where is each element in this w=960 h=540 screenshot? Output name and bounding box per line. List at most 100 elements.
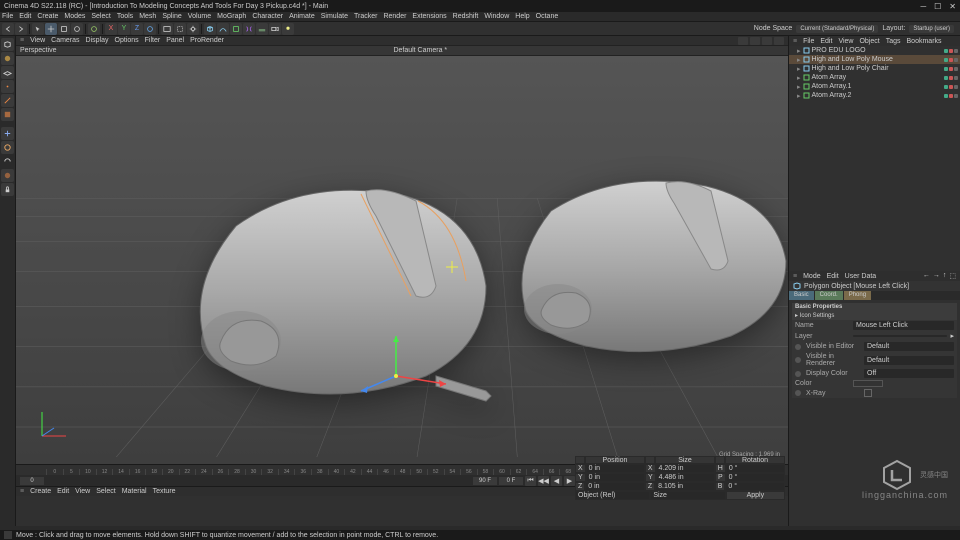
pos-field[interactable]: 0 in	[585, 482, 645, 491]
vp-nav-icon[interactable]	[750, 37, 760, 45]
pos-field[interactable]: 0 in	[586, 464, 645, 473]
mat-menu-create[interactable]: Create	[30, 488, 51, 495]
deformer-button[interactable]	[243, 23, 255, 35]
minimize-button[interactable]: ─	[920, 2, 926, 11]
spline-primitive[interactable]	[217, 23, 229, 35]
visibility-editor-dot[interactable]	[944, 76, 948, 80]
pos-field[interactable]: 0 in	[586, 473, 645, 482]
attr-menu-mode[interactable]: Mode	[803, 273, 821, 280]
visibility-render-dot[interactable]	[949, 58, 953, 62]
menu-volume[interactable]: Volume	[188, 13, 211, 20]
rotate-tool[interactable]	[71, 23, 83, 35]
object-manager[interactable]: ▸PRO EDU LOGO▸High and Low Poly Mouse▸Hi…	[789, 46, 960, 271]
visibility-render-dot[interactable]	[949, 94, 953, 98]
generator-button[interactable]	[230, 23, 242, 35]
layout-dropdown[interactable]: Startup (user)	[909, 25, 954, 33]
render-region[interactable]	[174, 23, 186, 35]
attr-nav-back[interactable]: ←	[923, 272, 930, 280]
viewport-3d[interactable]: Grid Spacing : 1.969 in	[16, 56, 788, 464]
menu-character[interactable]: Character	[252, 13, 283, 20]
om-menu-edit[interactable]: Edit	[820, 38, 832, 45]
vieweditor-dropdown[interactable]: Default	[864, 342, 954, 351]
redo-button[interactable]	[15, 23, 27, 35]
layer-menu-icon[interactable]: ▸	[950, 332, 954, 340]
menu-mesh[interactable]: Mesh	[139, 13, 156, 20]
menu-edit[interactable]: Edit	[19, 13, 31, 20]
menu-file[interactable]: File	[2, 13, 13, 20]
polygon-mode[interactable]	[1, 108, 14, 121]
tag-icon[interactable]	[954, 94, 958, 98]
environment-button[interactable]	[256, 23, 268, 35]
attr-nav-lock[interactable]: ⬚	[949, 272, 956, 280]
coord-mode-dropdown[interactable]: Object (Rel)	[575, 491, 650, 500]
scale-tool[interactable]	[58, 23, 70, 35]
menu-create[interactable]: Create	[37, 13, 58, 20]
visibility-render-dot[interactable]	[949, 76, 953, 80]
menu-window[interactable]: Window	[484, 13, 509, 20]
point-mode[interactable]	[1, 80, 14, 93]
menu-octane[interactable]: Octane	[536, 13, 559, 20]
menu-help[interactable]: Help	[515, 13, 529, 20]
coord-size-dropdown[interactable]: Size	[650, 491, 725, 500]
axis-y-toggle[interactable]: Y	[118, 23, 130, 35]
object-row[interactable]: ▸Atom Array.1	[789, 82, 960, 91]
menu-animate[interactable]: Animate	[289, 13, 315, 20]
move-tool[interactable]	[45, 23, 57, 35]
history-button[interactable]	[88, 23, 100, 35]
dispcolor-dropdown[interactable]: Off	[864, 369, 954, 378]
expand-icon[interactable]: ▸	[797, 83, 801, 91]
play-back-button[interactable]: ▶	[564, 476, 575, 486]
texture-mode[interactable]	[1, 52, 14, 65]
material-manager[interactable]	[16, 496, 788, 526]
visibility-render-dot[interactable]	[949, 85, 953, 89]
tab-coord[interactable]: Coord.	[815, 291, 844, 300]
expand-icon[interactable]: ▸	[797, 65, 801, 73]
nodespace-dropdown[interactable]: Current (Standard/Physical)	[796, 25, 878, 33]
vp-nav-icon[interactable]	[774, 37, 784, 45]
viewport-solo[interactable]	[1, 141, 14, 154]
menu-tracker[interactable]: Tracker	[354, 13, 377, 20]
vp-menu-cameras[interactable]: Cameras	[51, 37, 79, 44]
om-menu-object[interactable]: Object	[859, 38, 879, 45]
expand-icon[interactable]: ▸	[797, 47, 801, 55]
menu-modes[interactable]: Modes	[64, 13, 85, 20]
camera-button[interactable]	[269, 23, 281, 35]
timeline-end-frame[interactable]: 90 F	[473, 477, 497, 485]
vp-nav-icon[interactable]	[762, 37, 772, 45]
attr-nav-up[interactable]: ↑	[943, 272, 947, 280]
vp-nav-icon[interactable]	[738, 37, 748, 45]
axis-z-toggle[interactable]: Z	[131, 23, 143, 35]
object-row[interactable]: ▸PRO EDU LOGO	[789, 46, 960, 55]
attr-menu-edit[interactable]: Edit	[827, 273, 839, 280]
world-toggle[interactable]	[144, 23, 156, 35]
prev-key-button[interactable]: ◀◀	[538, 476, 549, 486]
soft-select[interactable]	[1, 169, 14, 182]
maximize-button[interactable]: ☐	[934, 2, 941, 11]
om-menu-view[interactable]: View	[838, 38, 853, 45]
tag-icon[interactable]	[954, 49, 958, 53]
tag-icon[interactable]	[954, 58, 958, 62]
goto-start-button[interactable]: ⏮	[525, 476, 536, 486]
timeline-current-frame[interactable]: 0 F	[499, 477, 523, 485]
visibility-render-dot[interactable]	[949, 49, 953, 53]
object-row[interactable]: ▸High and Low Poly Mouse	[789, 55, 960, 64]
visibility-render-dot[interactable]	[949, 67, 953, 71]
menu-simulate[interactable]: Simulate	[321, 13, 348, 20]
cube-primitive[interactable]	[204, 23, 216, 35]
object-row[interactable]: ▸Atom Array.2	[789, 91, 960, 100]
coord-apply-button[interactable]: Apply	[726, 491, 785, 500]
locked-mode[interactable]	[1, 183, 14, 196]
tab-basic[interactable]: Basic	[789, 291, 815, 300]
expand-icon[interactable]: ▸	[797, 92, 801, 100]
workplane-mode[interactable]	[1, 66, 14, 79]
basic-properties-header[interactable]: Basic Properties	[792, 303, 957, 311]
menu-render[interactable]: Render	[383, 13, 406, 20]
xray-checkbox[interactable]	[864, 389, 872, 397]
tag-icon[interactable]	[954, 76, 958, 80]
model-mode[interactable]	[1, 38, 14, 51]
menu-extensions[interactable]: Extensions	[412, 13, 446, 20]
undo-button[interactable]	[2, 23, 14, 35]
render-view[interactable]	[161, 23, 173, 35]
visibility-editor-dot[interactable]	[944, 49, 948, 53]
color-swatch[interactable]	[853, 380, 883, 387]
